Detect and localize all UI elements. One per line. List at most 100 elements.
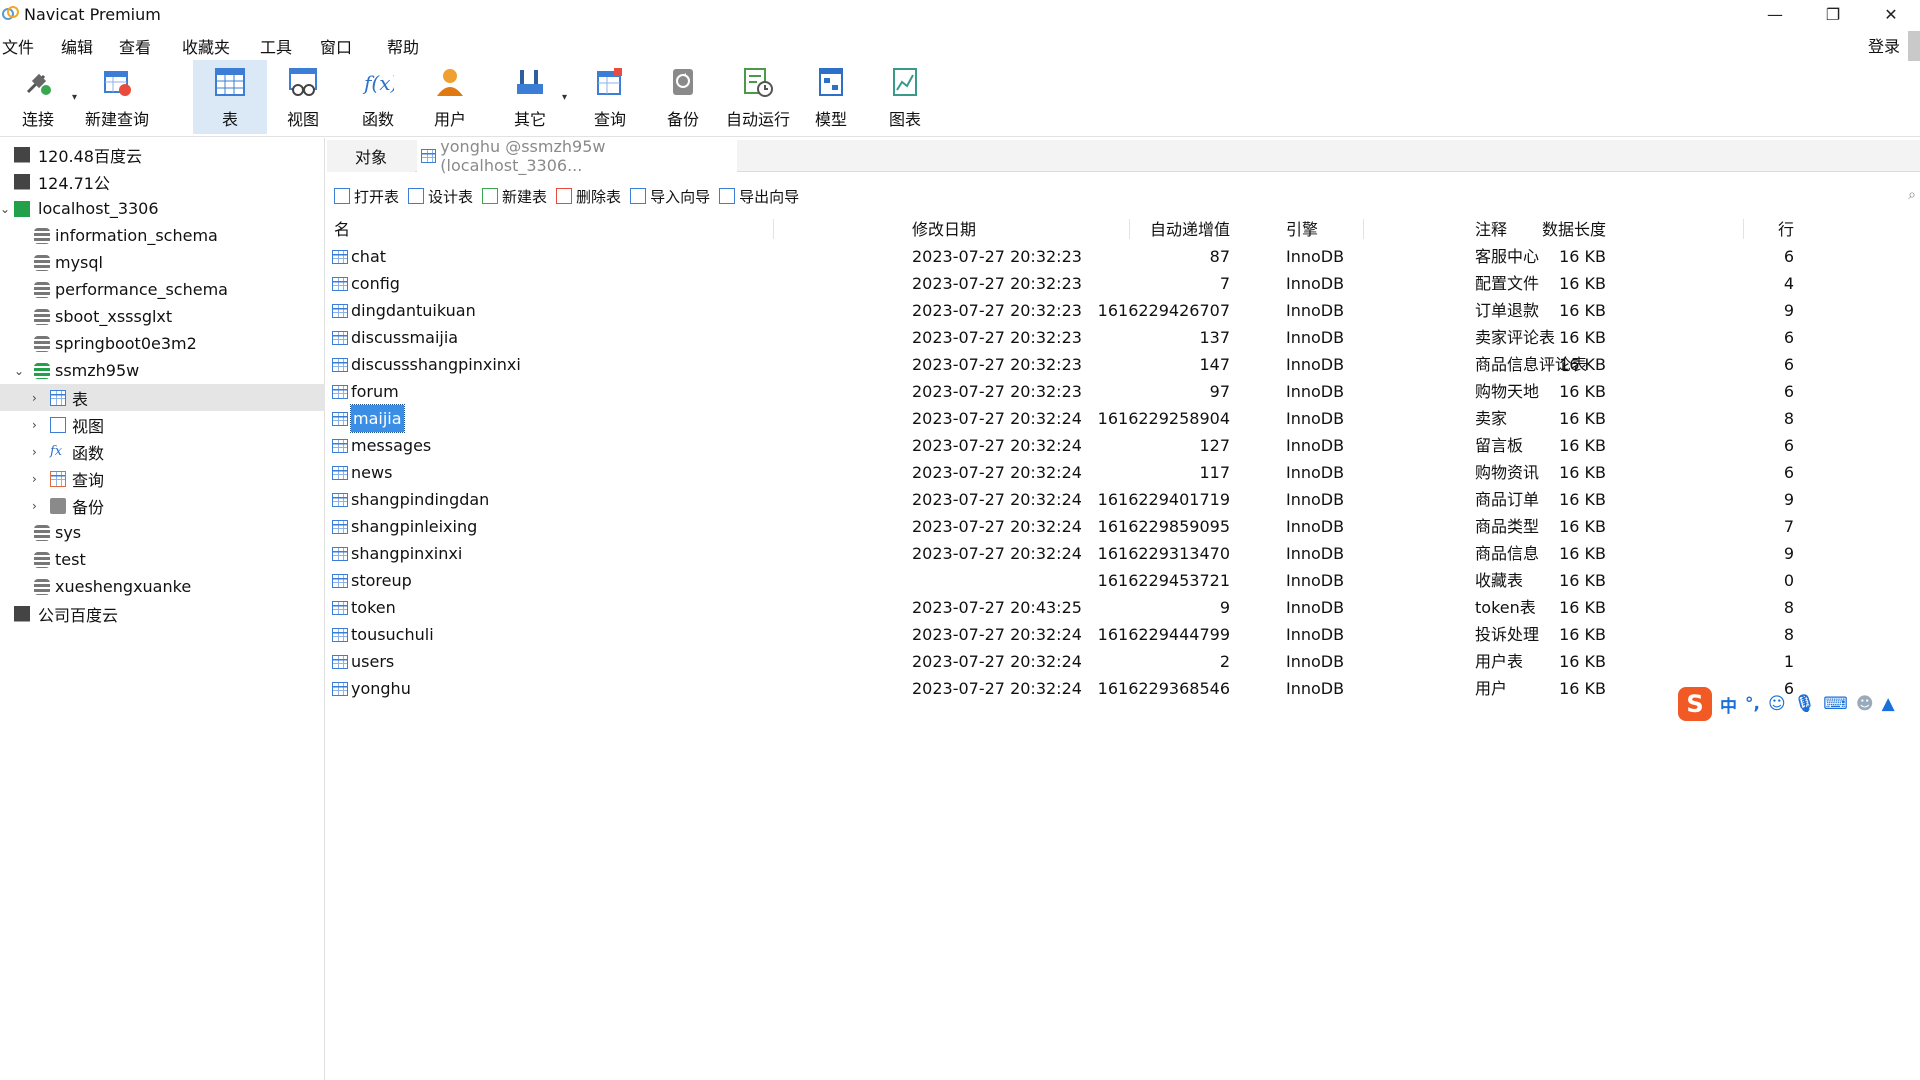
- chevron-right-icon[interactable]: ›: [32, 472, 37, 486]
- tree-connection-company[interactable]: 公司百度云: [0, 600, 325, 627]
- toolbar-query-button[interactable]: 查询: [580, 60, 640, 134]
- tree-db-performance-schema[interactable]: performance_schema: [0, 276, 325, 303]
- menu-tools[interactable]: 工具: [260, 34, 292, 58]
- row-name-cell[interactable]: discussmaijia: [332, 324, 458, 351]
- menu-edit[interactable]: 编辑: [61, 34, 93, 58]
- row-name-cell[interactable]: users: [332, 648, 394, 675]
- tree-node-backups[interactable]: › 备份: [0, 492, 325, 519]
- ime-mode-toggle[interactable]: 中: [1720, 692, 1737, 717]
- toolbar-other-button[interactable]: 其它: [500, 60, 560, 134]
- user-icon[interactable]: ☻: [1856, 694, 1874, 714]
- table-name[interactable]: shangpinxinxi: [351, 540, 462, 567]
- table-row[interactable]: forum 97 2023-07-27 20:32:23 16 KB InnoDB 6 购物…: [330, 378, 1920, 405]
- row-name-cell[interactable]: config: [332, 270, 400, 297]
- column-separator[interactable]: [1129, 219, 1130, 239]
- menu-favorites[interactable]: 收藏夹: [182, 34, 230, 58]
- table-row[interactable]: token 9 2023-07-27 20:43:25 16 KB InnoDB 8 tok…: [330, 594, 1920, 621]
- row-name-cell[interactable]: shangpindingdan: [332, 486, 489, 513]
- keyboard-icon[interactable]: ⌨: [1823, 694, 1848, 714]
- tree-db-information-schema[interactable]: information_schema: [0, 222, 325, 249]
- row-name-cell[interactable]: chat: [332, 243, 386, 270]
- delete-table-button[interactable]: 删除表: [556, 186, 621, 207]
- close-button[interactable]: ✕: [1862, 0, 1920, 28]
- table-row[interactable]: shangpinxinxi 1616229313470 2023-07-27 20:…: [330, 540, 1920, 567]
- tree-connection-120-48[interactable]: 120.48百度云: [0, 141, 325, 168]
- row-name-cell[interactable]: discussshangpinxinxi: [332, 351, 521, 378]
- table-name[interactable]: dingdantuikuan: [351, 297, 476, 324]
- table-row[interactable]: config 7 2023-07-27 20:32:23 16 KB InnoDB 4 配置…: [330, 270, 1920, 297]
- table-row[interactable]: storeup 1616229453721 16 KB InnoDB 0 收藏表: [330, 567, 1920, 594]
- table-name[interactable]: storeup: [351, 567, 412, 594]
- chevron-right-icon[interactable]: ›: [32, 499, 37, 513]
- tree-db-ssmzh95w[interactable]: ⌄ ssmzh95w: [0, 357, 325, 384]
- import-wizard-button[interactable]: 导入向导: [630, 186, 710, 207]
- table-row[interactable]: shangpindingdan 1616229401719 2023-07-27 2…: [330, 486, 1920, 513]
- toolbar-autorun-button[interactable]: 自动运行: [722, 60, 794, 134]
- open-table-button[interactable]: 打开表: [334, 186, 399, 207]
- tree-db-sys[interactable]: sys: [0, 519, 325, 546]
- column-separator[interactable]: [1743, 219, 1744, 239]
- table-name[interactable]: users: [351, 648, 394, 675]
- sogou-logo-icon[interactable]: S: [1678, 687, 1712, 721]
- row-name-cell[interactable]: storeup: [332, 567, 412, 594]
- menu-help[interactable]: 帮助: [387, 34, 419, 58]
- table-row[interactable]: news 117 2023-07-27 20:32:24 16 KB InnoDB 6 购物…: [330, 459, 1920, 486]
- ime-toolbar[interactable]: S 中 °, ☺ 🎙 ⌨ ☻ ▲: [1678, 686, 1920, 722]
- toolbar-model-button[interactable]: 模型: [801, 60, 861, 134]
- table-name[interactable]: discussmaijia: [351, 324, 458, 351]
- header-modified[interactable]: 修改日期: [912, 216, 976, 243]
- connect-dropdown-icon[interactable]: ▾: [72, 92, 77, 103]
- tree-node-queries[interactable]: › 查询: [0, 465, 325, 492]
- table-name[interactable]: chat: [351, 243, 386, 270]
- chevron-down-icon[interactable]: ⌄: [0, 202, 10, 216]
- table-row[interactable]: dingdantuikuan 1616229426707 2023-07-27 20…: [330, 297, 1920, 324]
- tree-node-views[interactable]: › 视图: [0, 411, 325, 438]
- chevron-right-icon[interactable]: ›: [32, 391, 37, 405]
- tree-node-functions[interactable]: › fx 函数: [0, 438, 325, 465]
- row-name-cell[interactable]: shangpinleixing: [332, 513, 477, 540]
- toolbar-view-button[interactable]: 视图: [273, 60, 333, 134]
- table-row[interactable]: discussshangpinxinxi 147 2023-07-27 20:32:…: [330, 351, 1920, 378]
- header-name[interactable]: 名: [334, 216, 350, 243]
- tree-db-test[interactable]: test: [0, 546, 325, 573]
- other-dropdown-icon[interactable]: ▾: [562, 92, 567, 103]
- table-name[interactable]: news: [351, 459, 392, 486]
- tree-connection-124-71[interactable]: 124.71公: [0, 168, 325, 195]
- table-name[interactable]: token: [351, 594, 396, 621]
- table-name[interactable]: discussshangpinxinxi: [351, 351, 521, 378]
- table-row[interactable]: maijia 1616229258904 2023-07-27 20:32:24 16…: [330, 404, 1920, 433]
- design-table-button[interactable]: 设计表: [408, 186, 473, 207]
- minimize-button[interactable]: —: [1746, 0, 1804, 28]
- emoji-icon[interactable]: ☺: [1768, 694, 1786, 714]
- chevron-right-icon[interactable]: ›: [32, 445, 37, 459]
- search-icon[interactable]: ⌕: [1908, 187, 1916, 203]
- toolbar-backup-button[interactable]: 备份: [653, 60, 713, 134]
- restore-button[interactable]: ❐: [1804, 0, 1862, 28]
- row-name-cell[interactable]: news: [332, 459, 392, 486]
- tree-node-tables[interactable]: › 表: [0, 384, 325, 411]
- export-wizard-button[interactable]: 导出向导: [719, 186, 799, 207]
- row-name-cell[interactable]: yonghu: [332, 675, 411, 702]
- microphone-icon[interactable]: 🎙: [1794, 694, 1816, 714]
- table-row[interactable]: users 2 2023-07-27 20:32:24 16 KB InnoDB 1 用户表: [330, 648, 1920, 675]
- toolbar-user-button[interactable]: 用户: [420, 60, 480, 134]
- table-row[interactable]: chat 87 2023-07-27 20:32:23 16 KB InnoDB 6 客服中…: [330, 243, 1920, 270]
- table-name[interactable]: shangpindingdan: [351, 486, 489, 513]
- ime-punctuation-toggle[interactable]: °,: [1745, 694, 1760, 714]
- toolbar-function-button[interactable]: f(x) 函数: [348, 60, 408, 134]
- toolbar-chart-button[interactable]: 图表: [875, 60, 935, 134]
- login-button[interactable]: 登录: [1868, 33, 1900, 57]
- row-name-cell[interactable]: tousuchuli: [332, 621, 434, 648]
- tree-db-sboot[interactable]: sboot_xsssglxt: [0, 303, 325, 330]
- table-name[interactable]: config: [351, 270, 400, 297]
- toolbar-new-query-button[interactable]: 新建查询: [84, 60, 150, 134]
- tab-objects[interactable]: 对象: [327, 140, 415, 172]
- table-row[interactable]: tousuchuli 1616229444799 2023-07-27 20:32:…: [330, 621, 1920, 648]
- row-name-cell[interactable]: dingdantuikuan: [332, 297, 476, 324]
- tab-yonghu-query[interactable]: yonghu @ssmzh95w (localhost_3306...: [417, 137, 737, 175]
- table-name[interactable]: tousuchuli: [351, 621, 434, 648]
- tree-db-xueshengxuanke[interactable]: xueshengxuanke: [0, 573, 325, 600]
- table-name[interactable]: forum: [351, 378, 399, 405]
- row-name-cell[interactable]: messages: [332, 432, 431, 459]
- toolbar-table-button[interactable]: 表: [193, 60, 267, 134]
